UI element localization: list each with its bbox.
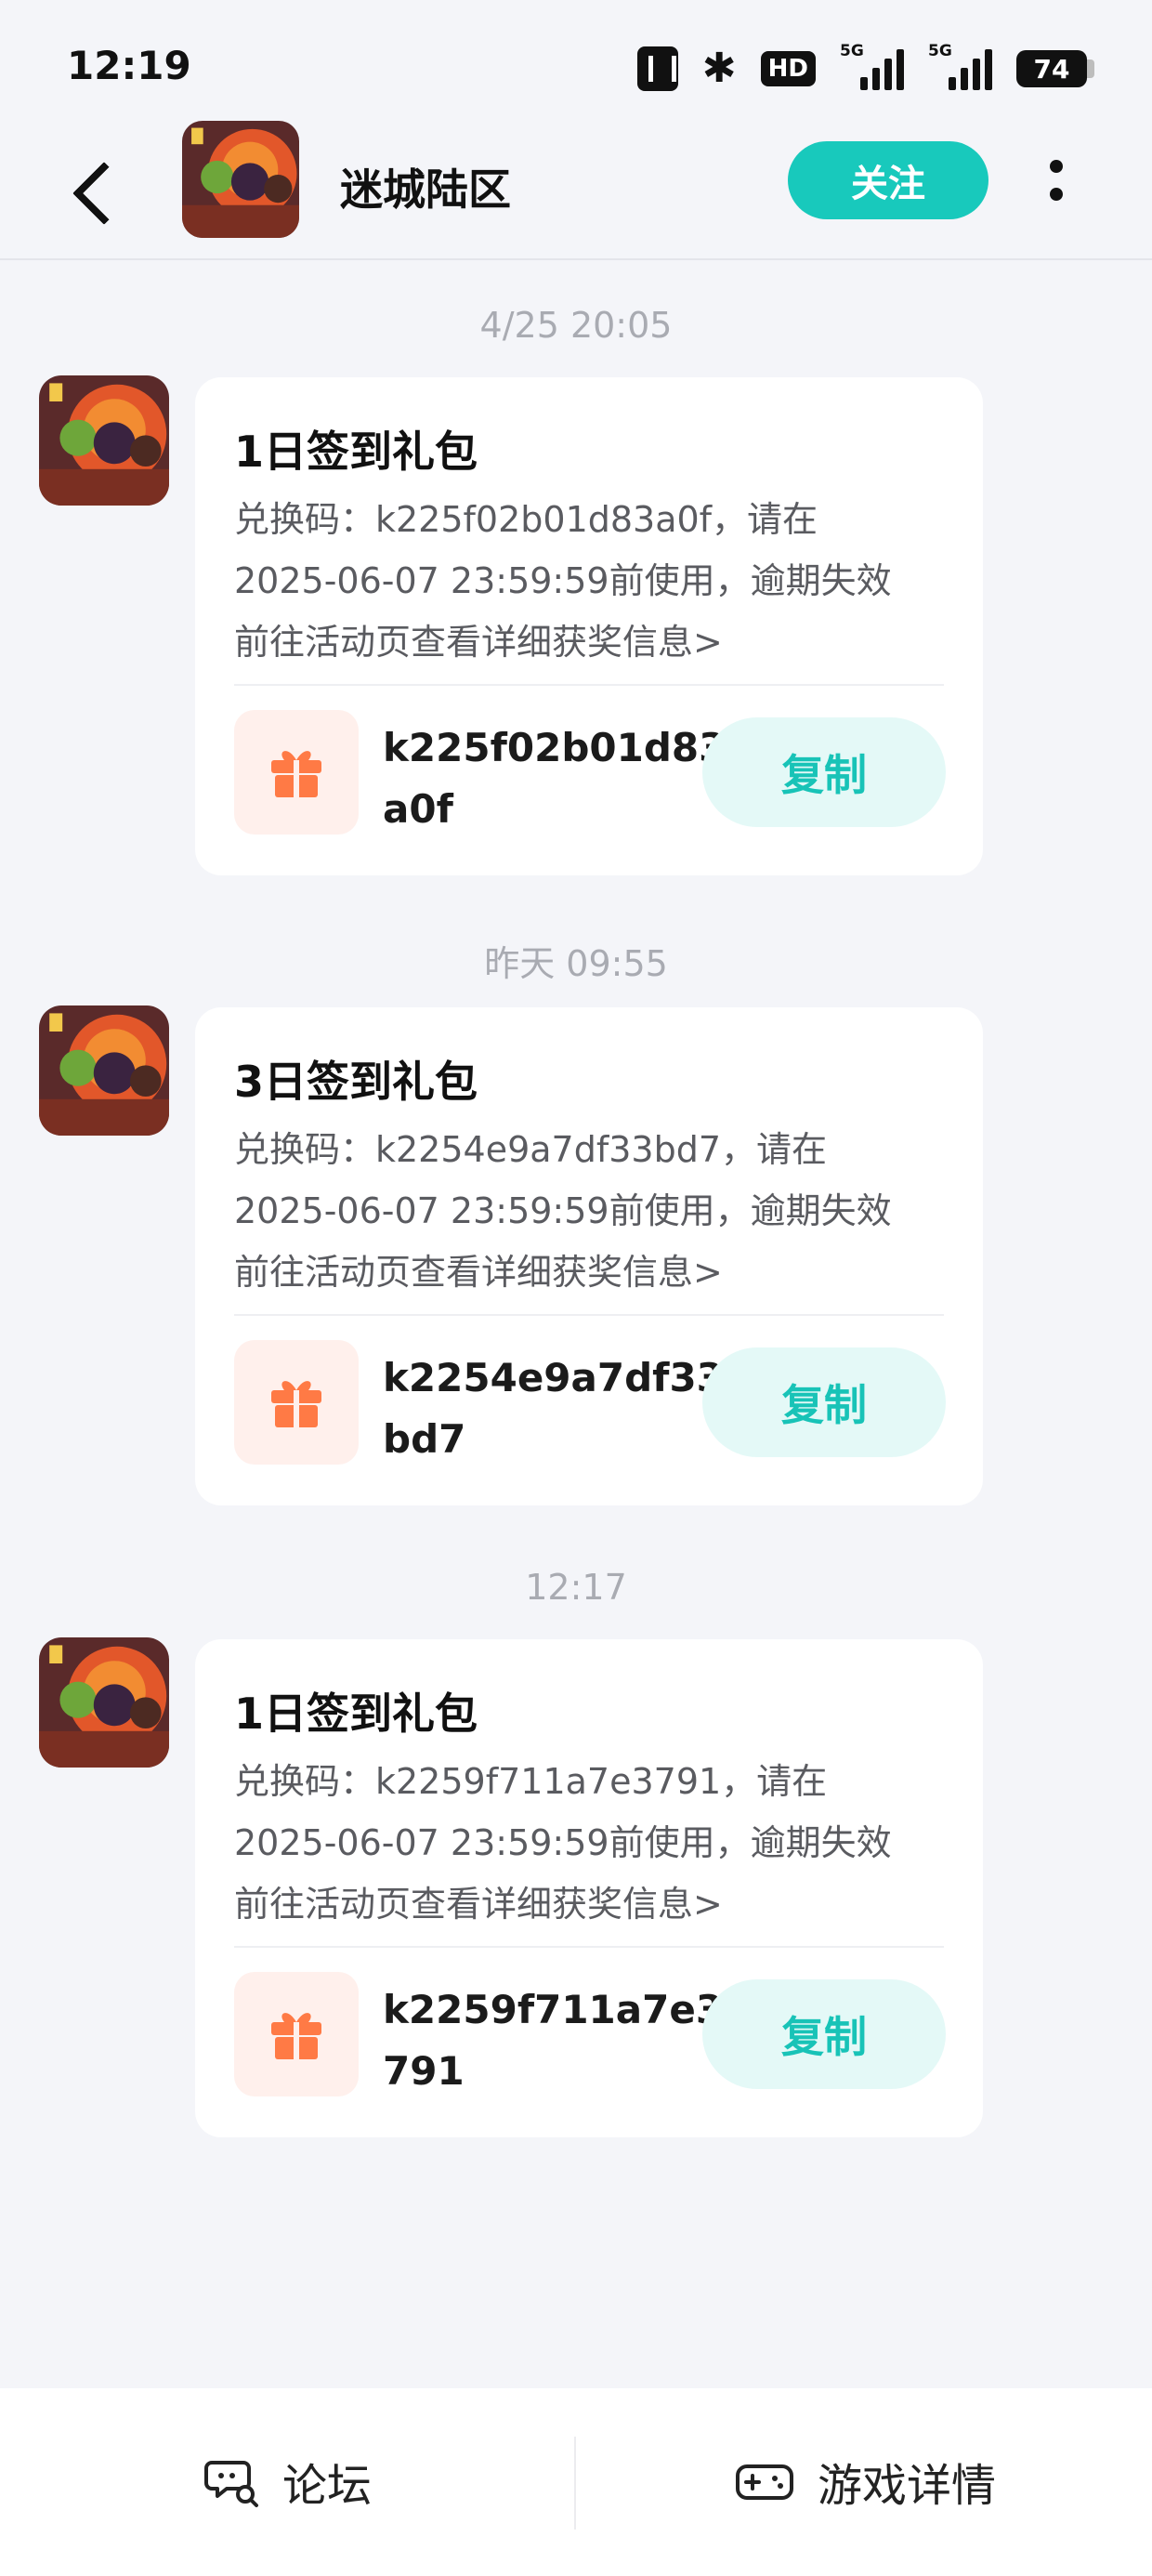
- gift-title: 1日签到礼包: [234, 1689, 478, 1739]
- status-bar: 12:19 ✱ HD 5G 5G 74: [0, 0, 1152, 130]
- activity-link[interactable]: 前往活动页查看详细获奖信息>: [234, 1243, 723, 1295]
- gift-icon: [271, 2013, 321, 2059]
- bottom-divider: [574, 2437, 576, 2530]
- message-timestamp: 4/25 20:05: [479, 305, 673, 346]
- divider: [234, 1314, 944, 1316]
- status-icons: ✱ HD 5G 5G 74: [636, 42, 1094, 93]
- gift-icon: [271, 751, 321, 797]
- bottom-bar: 论坛 游戏详情: [0, 2388, 1152, 2576]
- divider: [234, 1946, 944, 1948]
- gift-box: [234, 710, 359, 835]
- gamepad-icon: [736, 2464, 793, 2500]
- sender-avatar[interactable]: [39, 1005, 169, 1136]
- message-timestamp: 12:17: [525, 1567, 627, 1608]
- game-avatar[interactable]: [182, 121, 299, 238]
- bluetooth-icon: ✱: [701, 45, 737, 92]
- gift-code-line: k2254e9a7df33: [383, 1355, 724, 1400]
- message-timestamp: 昨天 09:55: [484, 943, 668, 984]
- gift-title: 1日签到礼包: [234, 427, 478, 477]
- gift-code-line: 791: [383, 2048, 465, 2094]
- gift-message-card: 3日签到礼包 兑换码：k2254e9a7df33bd7，请在 2025-06-0…: [195, 1007, 983, 1505]
- sender-avatar[interactable]: [39, 1637, 169, 1768]
- follow-button[interactable]: 关注: [788, 141, 988, 219]
- page-title: 迷城陆区: [340, 164, 511, 215]
- divider: [234, 684, 944, 686]
- tab-game-details[interactable]: 游戏详情: [734, 2425, 996, 2537]
- gift-icon: [271, 1381, 321, 1427]
- gift-message-card: 1日签到礼包 兑换码：k225f02b01d83a0f，请在 2025-06-0…: [195, 377, 983, 875]
- page: 12:19 ✱ HD 5G 5G 74 迷城陆区 关注 4/25 20:05 1…: [0, 0, 1152, 2576]
- gift-message-card: 1日签到礼包 兑换码：k2259f711a7e3791，请在 2025-06-0…: [195, 1639, 983, 2137]
- sender-avatar[interactable]: [39, 375, 169, 506]
- tab-forum[interactable]: 论坛: [204, 2425, 372, 2537]
- activity-link[interactable]: 前往活动页查看详细获奖信息>: [234, 613, 723, 664]
- status-time: 12:19: [67, 43, 191, 88]
- network-label: 5G: [928, 42, 952, 60]
- battery-level: 74: [1033, 53, 1070, 85]
- copy-button[interactable]: 复制: [702, 717, 946, 827]
- copy-button[interactable]: 复制: [702, 1979, 946, 2089]
- gift-title: 3日签到礼包: [234, 1057, 478, 1107]
- activity-link[interactable]: 前往活动页查看详细获奖信息>: [234, 1875, 723, 1926]
- expiry-text: 2025-06-07 23:59:59前使用，逾期失效: [234, 1190, 892, 1231]
- gift-code-line: k225f02b01d83: [383, 725, 727, 770]
- nfc-icon: [636, 46, 678, 91]
- gift-code-line: k2259f711a7e3: [383, 1987, 724, 2032]
- copy-button[interactable]: 复制: [702, 1347, 946, 1457]
- back-icon[interactable]: [65, 149, 130, 232]
- redeem-code-text: 兑换码：k2259f711a7e3791，请在: [234, 1761, 828, 1802]
- more-options-icon[interactable]: [1037, 151, 1074, 210]
- tab-forum-label: 论坛: [282, 2460, 373, 2512]
- hd-icon: HD: [760, 51, 816, 86]
- gift-box: [234, 1340, 359, 1465]
- gift-box: [234, 1972, 359, 2096]
- gift-code-line: a0f: [383, 786, 453, 832]
- battery-icon: 74: [1016, 50, 1094, 87]
- redeem-code-text: 兑换码：k2254e9a7df33bd7，请在: [234, 1129, 828, 1170]
- expiry-text: 2025-06-07 23:59:59前使用，逾期失效: [234, 1822, 892, 1863]
- gift-code-line: bd7: [383, 1416, 466, 1462]
- forum-icon: [204, 2461, 258, 2507]
- signal-5g-icon: 5G: [840, 42, 904, 90]
- tab-game-details-label: 游戏详情: [818, 2460, 997, 2512]
- expiry-text: 2025-06-07 23:59:59前使用，逾期失效: [234, 560, 892, 601]
- network-label: 5G: [840, 42, 864, 60]
- redeem-code-text: 兑换码：k225f02b01d83a0f，请在: [234, 499, 818, 540]
- signal-5g-icon: 5G: [928, 42, 992, 90]
